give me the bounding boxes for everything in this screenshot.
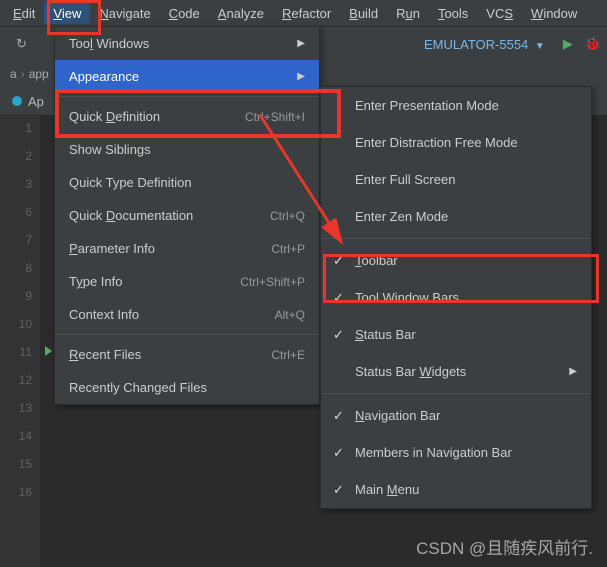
breadcrumb-item[interactable]: a xyxy=(10,67,17,81)
menu-item-label: Context Info xyxy=(69,307,139,322)
menu-item-label: Main Menu xyxy=(355,482,419,497)
line-number: 1 xyxy=(0,114,40,142)
view-menu-item[interactable]: Quick Definition Ctrl+Shift+I xyxy=(55,100,319,133)
view-menu-item[interactable]: Recent Files Ctrl+E xyxy=(55,338,319,371)
menu-item-label: Enter Distraction Free Mode xyxy=(355,135,518,150)
menu-item-shortcut: Ctrl+Shift+I xyxy=(245,110,305,124)
menu-build[interactable]: Build xyxy=(340,3,387,24)
appearance-menu-item[interactable]: Members in Navigation Bar xyxy=(321,434,591,471)
menu-item-shortcut: Alt+Q xyxy=(275,308,305,322)
run-marker-icon[interactable] xyxy=(45,346,52,356)
view-menu-item[interactable]: Quick Documentation Ctrl+Q xyxy=(55,199,319,232)
menu-navigate[interactable]: Navigate xyxy=(90,3,159,24)
device-label: EMULATOR-5554 xyxy=(424,37,528,52)
line-number: 16 xyxy=(0,478,40,506)
view-menu-item[interactable]: Show Siblings xyxy=(55,133,319,166)
menu-run[interactable]: Run xyxy=(387,3,429,24)
view-menu-item[interactable]: Tool Windows ▶ xyxy=(55,27,319,60)
menu-item-label: Enter Presentation Mode xyxy=(355,98,499,113)
device-selector[interactable]: EMULATOR-5554 ▼ xyxy=(418,34,551,55)
appearance-menu-item[interactable]: Toolbar xyxy=(321,242,591,279)
file-icon xyxy=(12,96,22,106)
menu-item-label: Enter Full Screen xyxy=(355,172,455,187)
menu-item-label: Parameter Info xyxy=(69,241,155,256)
appearance-menu-item[interactable]: Enter Full Screen xyxy=(321,161,591,198)
appearance-menu-item[interactable]: Navigation Bar xyxy=(321,397,591,434)
menu-item-label: Toolbar xyxy=(355,253,398,268)
menu-item-shortcut: Ctrl+Q xyxy=(270,209,305,223)
view-menu: Tool Windows ▶ Appearance ▶ Quick Definition… xyxy=(54,26,320,405)
menu-separator xyxy=(321,393,591,394)
line-gutter: 123678910111213141516 xyxy=(0,114,40,567)
menu-item-label: Recently Changed Files xyxy=(69,380,207,395)
line-number: 7 xyxy=(0,226,40,254)
line-number: 14 xyxy=(0,422,40,450)
line-number: 10 xyxy=(0,310,40,338)
watermark: CSDN @且随疾风前行. xyxy=(416,534,593,559)
menu-item-label: Quick Documentation xyxy=(69,208,193,223)
menu-item-label: Quick Definition xyxy=(69,109,160,124)
menu-refactor[interactable]: Refactor xyxy=(273,3,340,24)
menu-window[interactable]: Window xyxy=(522,3,586,24)
view-menu-item[interactable]: Context Info Alt+Q xyxy=(55,298,319,331)
menu-item-label: Status Bar Widgets xyxy=(355,364,466,379)
menu-item-shortcut: Ctrl+Shift+P xyxy=(240,275,305,289)
menu-edit[interactable]: Edit xyxy=(4,3,44,24)
line-number: 6 xyxy=(0,198,40,226)
menu-item-shortcut: Ctrl+E xyxy=(271,348,305,362)
menu-item-label: Tool Windows xyxy=(69,36,149,51)
breadcrumb-item[interactable]: app xyxy=(29,67,49,81)
menu-separator xyxy=(55,334,319,335)
line-number: 11 xyxy=(0,338,40,366)
appearance-menu-item[interactable]: Tool Window Bars xyxy=(321,279,591,316)
menu-analyze[interactable]: Analyze xyxy=(209,3,273,24)
menu-item-label: Status Bar xyxy=(355,327,416,342)
menu-item-label: Type Info xyxy=(69,274,123,289)
menu-item-label: Enter Zen Mode xyxy=(355,209,448,224)
appearance-submenu: Enter Presentation Mode Enter Distraction… xyxy=(320,86,592,509)
menu-separator xyxy=(55,96,319,97)
line-number: 9 xyxy=(0,282,40,310)
submenu-arrow-icon: ▶ xyxy=(569,366,577,377)
menu-item-shortcut: Ctrl+P xyxy=(271,242,305,256)
menu-code[interactable]: Code xyxy=(160,3,209,24)
tab-label[interactable]: Ap xyxy=(28,94,44,109)
view-menu-item[interactable]: Quick Type Definition xyxy=(55,166,319,199)
line-number: 3 xyxy=(0,170,40,198)
menubar: EditViewNavigateCodeAnalyzeRefactorBuild… xyxy=(0,0,607,26)
debug-icon[interactable]: 🐞 xyxy=(585,36,601,52)
menu-view[interactable]: View xyxy=(44,3,90,24)
view-menu-item[interactable]: Type Info Ctrl+Shift+P xyxy=(55,265,319,298)
menu-item-label: Quick Type Definition xyxy=(69,175,192,190)
menu-item-label: Navigation Bar xyxy=(355,408,440,423)
refresh-icon[interactable]: ↻ xyxy=(16,36,27,52)
line-number: 8 xyxy=(0,254,40,282)
appearance-menu-item[interactable]: Main Menu xyxy=(321,471,591,508)
menu-item-label: Tool Window Bars xyxy=(355,290,459,305)
submenu-arrow-icon: ▶ xyxy=(297,71,305,82)
appearance-menu-item[interactable]: Enter Zen Mode xyxy=(321,198,591,235)
view-menu-item[interactable]: Appearance ▶ xyxy=(55,60,319,93)
line-number: 15 xyxy=(0,450,40,478)
appearance-menu-item[interactable]: Status Bar Widgets ▶ xyxy=(321,353,591,390)
submenu-arrow-icon: ▶ xyxy=(297,38,305,49)
menu-separator xyxy=(321,238,591,239)
line-number: 13 xyxy=(0,394,40,422)
line-number: 12 xyxy=(0,366,40,394)
menu-item-label: Members in Navigation Bar xyxy=(355,445,512,460)
appearance-menu-item[interactable]: Status Bar xyxy=(321,316,591,353)
view-menu-item[interactable]: Parameter Info Ctrl+P xyxy=(55,232,319,265)
menu-item-label: Recent Files xyxy=(69,347,141,362)
menu-item-label: Show Siblings xyxy=(69,142,151,157)
appearance-menu-item[interactable]: Enter Distraction Free Mode xyxy=(321,124,591,161)
line-number: 2 xyxy=(0,142,40,170)
menu-item-label: Appearance xyxy=(69,69,139,84)
view-menu-item[interactable]: Recently Changed Files xyxy=(55,371,319,404)
chevron-down-icon: ▼ xyxy=(535,41,545,52)
appearance-menu-item[interactable]: Enter Presentation Mode xyxy=(321,87,591,124)
menu-tools[interactable]: Tools xyxy=(429,3,477,24)
menu-vcs[interactable]: VCS xyxy=(477,3,522,24)
run-icon[interactable]: ▶ xyxy=(563,36,573,52)
